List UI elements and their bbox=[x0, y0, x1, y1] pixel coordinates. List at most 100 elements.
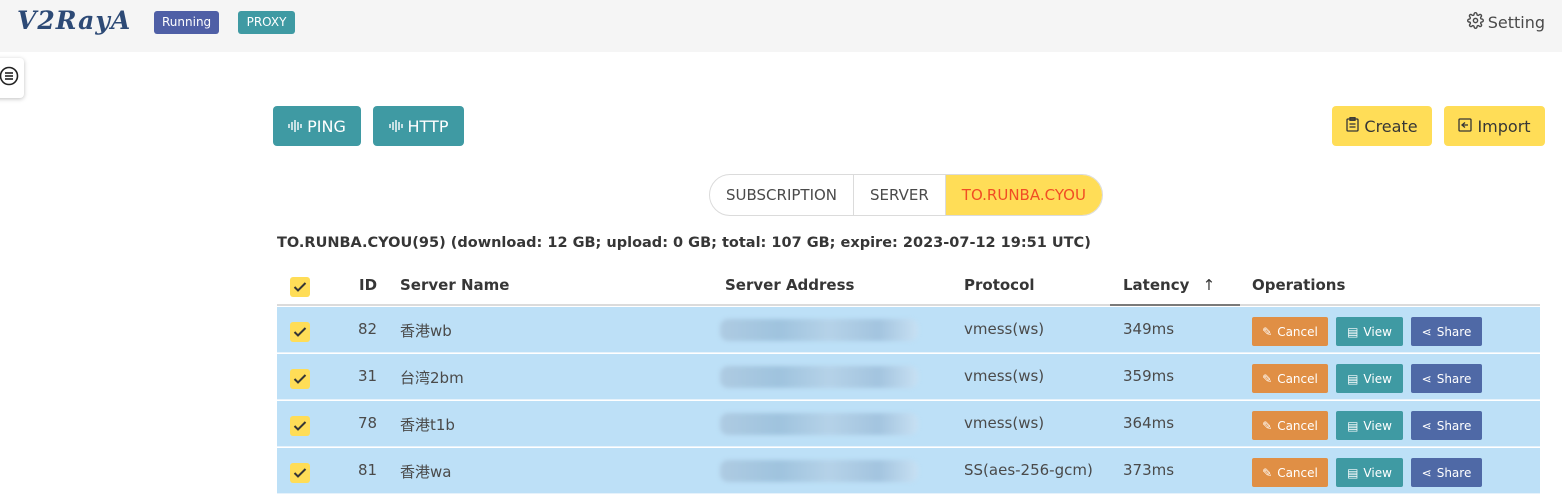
setting-button[interactable]: Setting bbox=[1466, 12, 1545, 33]
http-button[interactable]: HTTP bbox=[373, 106, 464, 146]
list-icon bbox=[0, 66, 19, 90]
sort-arrow-icon: ↑ bbox=[1202, 276, 1216, 294]
share-icon: ⋖ bbox=[1421, 465, 1432, 480]
row-id: 31 bbox=[358, 367, 378, 385]
sidebar-toggle[interactable] bbox=[0, 58, 24, 98]
row-server-name: 香港t1b bbox=[400, 416, 455, 434]
clipboard-icon bbox=[1346, 116, 1360, 136]
row-checkbox[interactable] bbox=[290, 416, 310, 436]
server-tabs: SUBSCRIPTION SERVER TO.RUNBA.CYOU bbox=[709, 174, 1103, 216]
row-id: 82 bbox=[358, 320, 378, 338]
proxy-mode-badge: PROXY bbox=[238, 11, 295, 34]
gear-icon bbox=[1466, 12, 1484, 33]
share-label: Share bbox=[1436, 465, 1472, 480]
redacted-server-address bbox=[720, 319, 918, 341]
table-row[interactable]: 31 台湾2bm vmess(ws) 359ms ✎ Cancel ▤ View ⋖… bbox=[277, 354, 1540, 400]
table-row[interactable]: 82 香港wb vmess(ws) 349ms ✎ Cancel ▤ View ⋖ S… bbox=[277, 307, 1540, 353]
tab-to-runba-cyou[interactable]: TO.RUNBA.CYOU bbox=[945, 175, 1102, 215]
row-latency: 364ms bbox=[1123, 414, 1175, 432]
cancel-button[interactable]: ✎ Cancel bbox=[1252, 317, 1328, 346]
view-label: View bbox=[1363, 371, 1392, 386]
row-latency: 359ms bbox=[1123, 367, 1175, 385]
view-icon: ▤ bbox=[1347, 465, 1359, 480]
top-navbar: V2RayA Running PROXY Setting bbox=[0, 0, 1562, 52]
table-row[interactable]: 78 香港t1b vmess(ws) 364ms ✎ Cancel ▤ View ⋖… bbox=[277, 401, 1540, 447]
view-button[interactable]: ▤ View bbox=[1336, 364, 1403, 393]
create-label: Create bbox=[1364, 116, 1418, 136]
column-latency[interactable]: Latency ↑ bbox=[1123, 276, 1215, 294]
row-id: 78 bbox=[358, 414, 378, 432]
setting-label: Setting bbox=[1487, 13, 1545, 32]
app-logo[interactable]: V2RayA bbox=[17, 6, 131, 35]
cancel-icon: ✎ bbox=[1262, 371, 1273, 386]
import-button[interactable]: Import bbox=[1444, 106, 1545, 146]
row-server-name: 香港wa bbox=[400, 463, 452, 481]
cancel-button[interactable]: ✎ Cancel bbox=[1252, 364, 1328, 393]
cancel-icon: ✎ bbox=[1262, 324, 1273, 339]
cancel-icon: ✎ bbox=[1262, 465, 1273, 480]
redacted-server-address bbox=[720, 366, 918, 388]
redacted-server-address bbox=[720, 413, 918, 435]
view-icon: ▤ bbox=[1347, 324, 1359, 339]
subscription-info: TO.RUNBA.CYOU(95) (download: 12 GB; uplo… bbox=[277, 235, 1091, 251]
row-checkbox[interactable] bbox=[290, 369, 310, 389]
latency-label: Latency bbox=[1123, 276, 1190, 294]
row-latency: 373ms bbox=[1123, 461, 1175, 479]
column-operations: Operations bbox=[1252, 276, 1346, 294]
cancel-icon: ✎ bbox=[1262, 418, 1273, 433]
redacted-server-address bbox=[720, 460, 918, 482]
view-icon: ▤ bbox=[1347, 371, 1359, 386]
view-icon: ▤ bbox=[1347, 418, 1359, 433]
share-icon: ⋖ bbox=[1421, 371, 1432, 386]
cancel-label: Cancel bbox=[1277, 324, 1318, 339]
table-header: ID Server Name Server Address Protocol L… bbox=[277, 266, 1540, 306]
column-server-name[interactable]: Server Name bbox=[400, 276, 509, 294]
row-protocol: vmess(ws) bbox=[964, 320, 1045, 338]
row-server-name: 香港wb bbox=[400, 322, 452, 340]
ping-label: PING bbox=[307, 116, 346, 136]
share-label: Share bbox=[1436, 324, 1472, 339]
create-button[interactable]: Create bbox=[1332, 106, 1432, 146]
view-label: View bbox=[1363, 324, 1392, 339]
column-protocol[interactable]: Protocol bbox=[964, 276, 1035, 294]
sort-indicator-underline bbox=[1110, 304, 1240, 306]
tab-subscription[interactable]: SUBSCRIPTION bbox=[710, 175, 855, 215]
share-button[interactable]: ⋖ Share bbox=[1411, 411, 1482, 440]
cancel-label: Cancel bbox=[1277, 418, 1318, 433]
table-row[interactable]: 81 香港wa SS(aes-256-gcm) 373ms ✎ Cancel ▤ V… bbox=[277, 448, 1540, 494]
share-label: Share bbox=[1436, 418, 1472, 433]
select-all-checkbox[interactable] bbox=[290, 277, 310, 297]
tab-server[interactable]: SERVER bbox=[854, 175, 946, 215]
row-protocol: vmess(ws) bbox=[964, 414, 1045, 432]
view-button[interactable]: ▤ View bbox=[1336, 411, 1403, 440]
status-badge[interactable]: Running bbox=[154, 11, 220, 34]
http-label: HTTP bbox=[407, 116, 449, 136]
column-id[interactable]: ID bbox=[359, 276, 377, 294]
column-server-address[interactable]: Server Address bbox=[725, 276, 854, 294]
wave-icon bbox=[388, 117, 403, 136]
row-checkbox[interactable] bbox=[290, 463, 310, 483]
import-label: Import bbox=[1477, 116, 1531, 136]
share-icon: ⋖ bbox=[1421, 418, 1432, 433]
share-label: Share bbox=[1436, 371, 1472, 386]
row-server-name: 台湾2bm bbox=[400, 369, 464, 387]
share-icon: ⋖ bbox=[1421, 324, 1432, 339]
view-button[interactable]: ▤ View bbox=[1336, 317, 1403, 346]
row-protocol: vmess(ws) bbox=[964, 367, 1045, 385]
share-button[interactable]: ⋖ Share bbox=[1411, 458, 1482, 487]
ping-button[interactable]: PING bbox=[273, 106, 361, 146]
cancel-label: Cancel bbox=[1277, 465, 1318, 480]
cancel-button[interactable]: ✎ Cancel bbox=[1252, 458, 1328, 487]
wave-icon bbox=[288, 117, 302, 136]
share-button[interactable]: ⋖ Share bbox=[1411, 317, 1482, 346]
view-label: View bbox=[1363, 418, 1392, 433]
row-protocol: SS(aes-256-gcm) bbox=[964, 461, 1093, 479]
row-latency: 349ms bbox=[1123, 320, 1175, 338]
cancel-label: Cancel bbox=[1277, 371, 1318, 386]
share-button[interactable]: ⋖ Share bbox=[1411, 364, 1482, 393]
import-icon bbox=[1458, 117, 1473, 136]
view-label: View bbox=[1363, 465, 1392, 480]
cancel-button[interactable]: ✎ Cancel bbox=[1252, 411, 1328, 440]
row-checkbox[interactable] bbox=[290, 322, 310, 342]
view-button[interactable]: ▤ View bbox=[1336, 458, 1403, 487]
